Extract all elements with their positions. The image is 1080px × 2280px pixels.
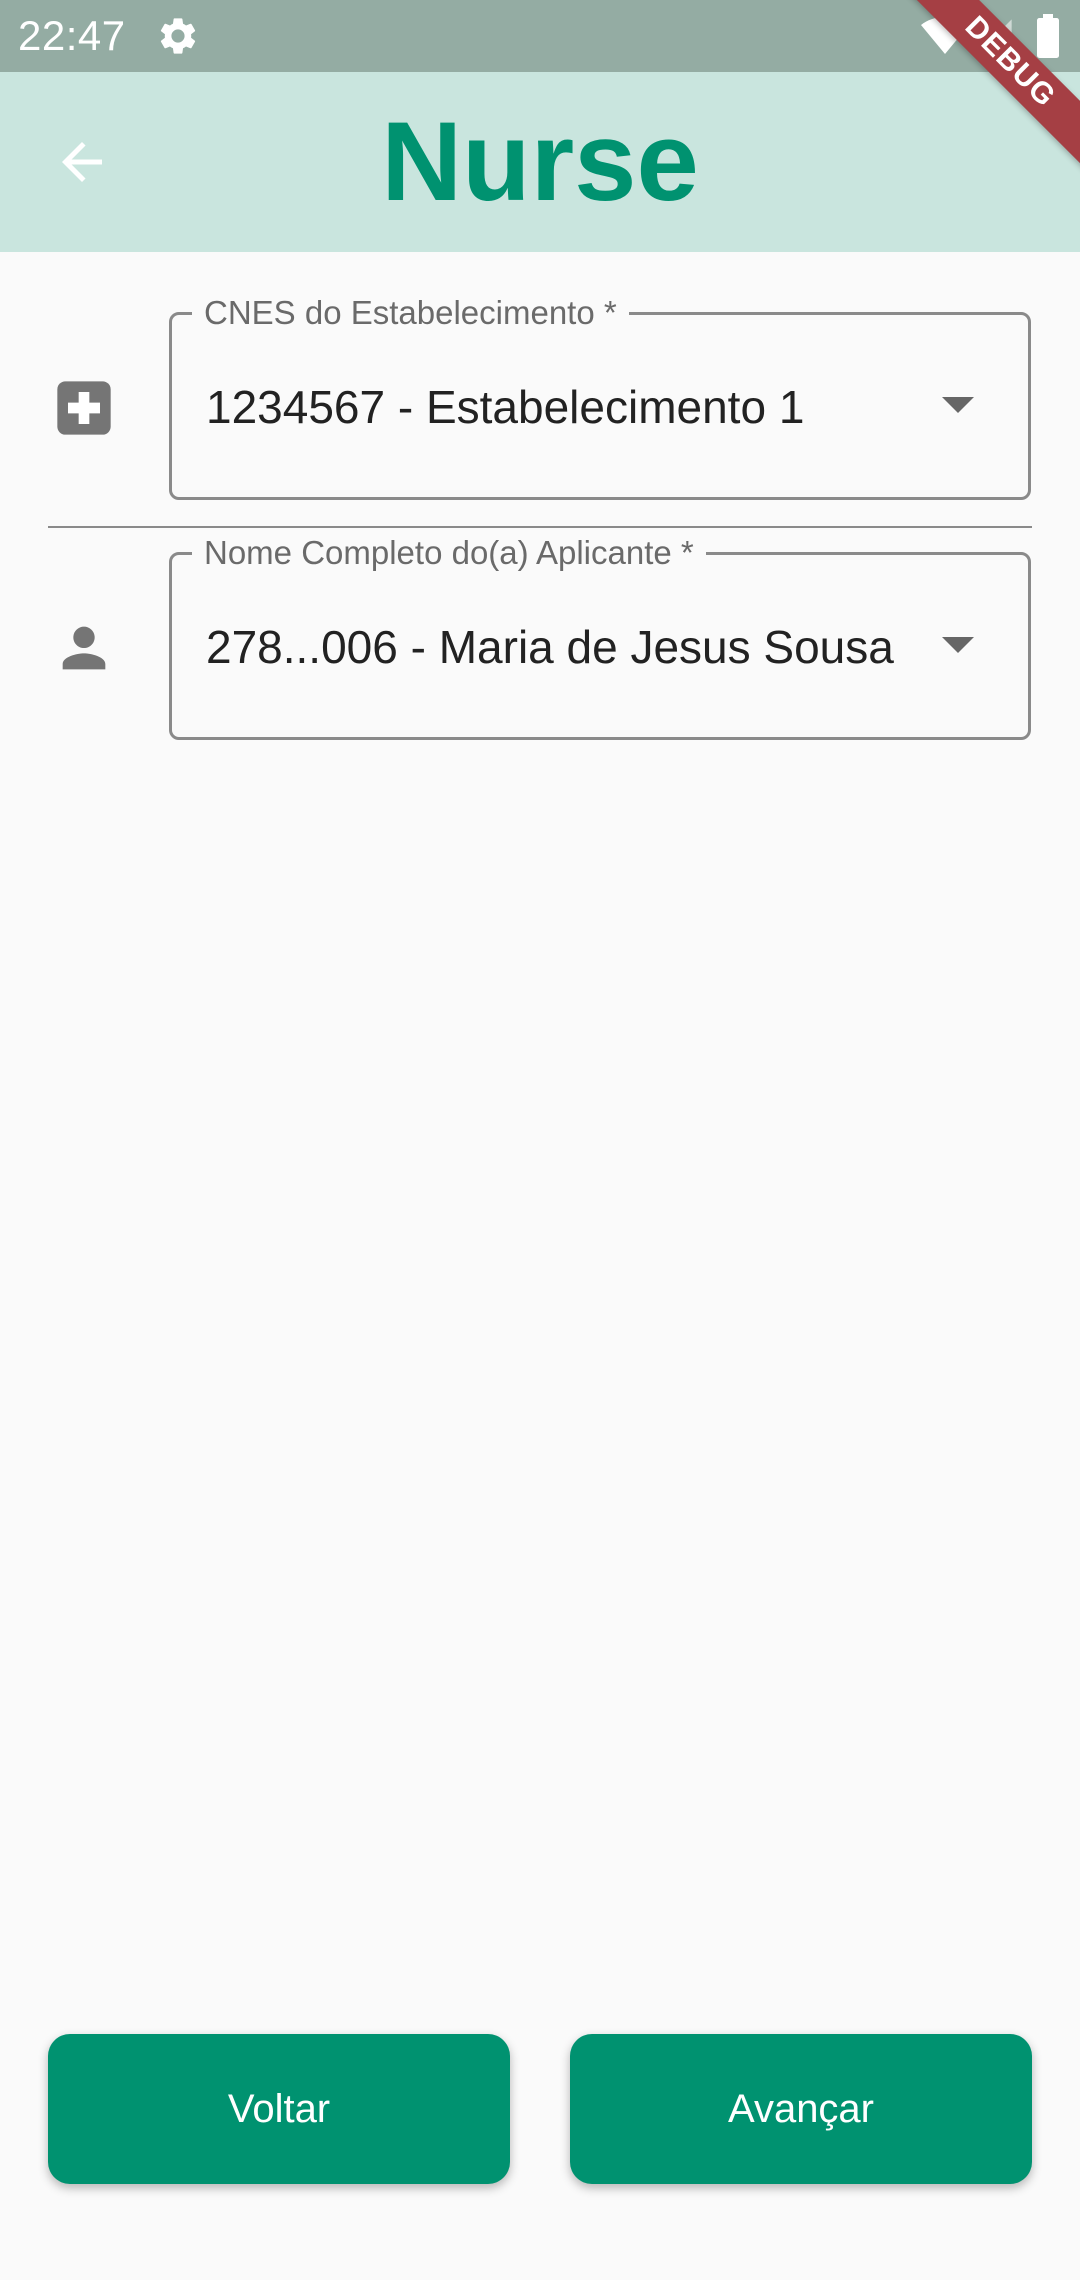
screen: 22:47 Nurse DEBUG CNES do Estabeleciment… xyxy=(0,0,1080,2280)
app-bar: Nurse xyxy=(0,72,1080,252)
settings-icon xyxy=(160,18,196,54)
back-nav-button[interactable]: Voltar xyxy=(48,2034,510,2184)
applicant-label: Nome Completo do(a) Aplicante * xyxy=(192,533,706,573)
dropdown-arrow-icon xyxy=(942,637,974,653)
applicant-dropdown[interactable]: Nome Completo do(a) Aplicante * 278...00… xyxy=(169,533,1031,740)
battery-icon xyxy=(1037,14,1059,58)
person-icon xyxy=(62,626,106,670)
page-title: Nurse xyxy=(381,99,699,224)
medical-plus-icon xyxy=(57,381,111,435)
establishment-dropdown[interactable]: CNES do Estabelecimento * 1234567 - Esta… xyxy=(169,293,1031,500)
applicant-value: 278...006 - Maria de Jesus Sousa xyxy=(206,621,894,673)
dropdown-arrow-icon xyxy=(942,397,974,413)
establishment-value: 1234567 - Estabelecimento 1 xyxy=(206,381,805,433)
status-bar: 22:47 xyxy=(0,0,1080,72)
establishment-label: CNES do Estabelecimento * xyxy=(192,293,629,333)
status-time: 22:47 xyxy=(18,12,126,59)
divider xyxy=(48,526,1032,528)
next-button[interactable]: Avançar xyxy=(570,2034,1032,2184)
